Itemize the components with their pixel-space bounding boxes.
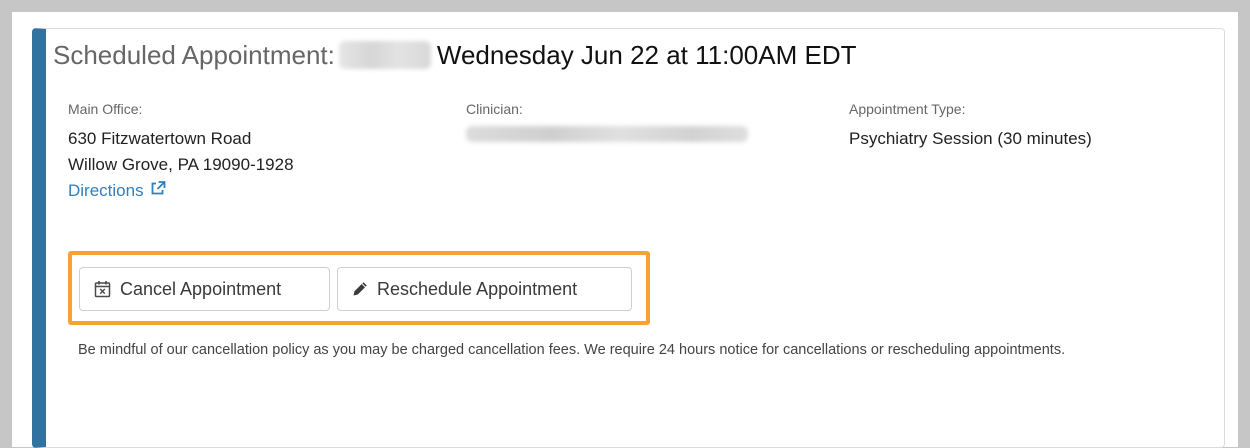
office-label: Main Office: [68, 101, 143, 117]
clinician-section: Clinician: [466, 100, 748, 142]
cancellation-policy-note: Be mindful of our cancellation policy as… [78, 342, 1066, 358]
external-link-icon [150, 178, 166, 204]
cancel-appointment-button[interactable]: Cancel Appointment [79, 267, 330, 311]
title-prefix: Scheduled Appointment: [53, 40, 335, 70]
appointment-type-value: Psychiatry Session (30 minutes) [849, 129, 1092, 148]
page-frame [12, 12, 1238, 448]
redacted-clinician-name [466, 126, 748, 142]
calendar-x-icon [94, 280, 111, 298]
appointment-type-section: Appointment Type: Psychiatry Session (30… [849, 100, 1092, 152]
office-section: Main Office: 630 Fitzwatertown Road Will… [68, 100, 294, 204]
directions-label: Directions [68, 181, 144, 200]
appointment-type-label: Appointment Type: [849, 101, 966, 117]
pencil-icon [352, 281, 368, 297]
appointment-card [32, 28, 1225, 448]
clinician-label: Clinician: [466, 101, 523, 117]
reschedule-appointment-label: Reschedule Appointment [377, 278, 578, 299]
directions-link[interactable]: Directions [68, 178, 166, 204]
office-address-line1: 630 Fitzwatertown Road [68, 129, 252, 148]
reschedule-appointment-button[interactable]: Reschedule Appointment [337, 267, 632, 311]
office-address-line2: Willow Grove, PA 19090-1928 [68, 155, 294, 174]
appointment-datetime: Wednesday Jun 22 at 11:00AM EDT [436, 40, 857, 70]
appointment-title: Scheduled Appointment: Wednesday Jun 22 a… [53, 39, 856, 71]
cancel-appointment-label: Cancel Appointment [120, 278, 282, 299]
redacted-portal-name [338, 41, 431, 70]
